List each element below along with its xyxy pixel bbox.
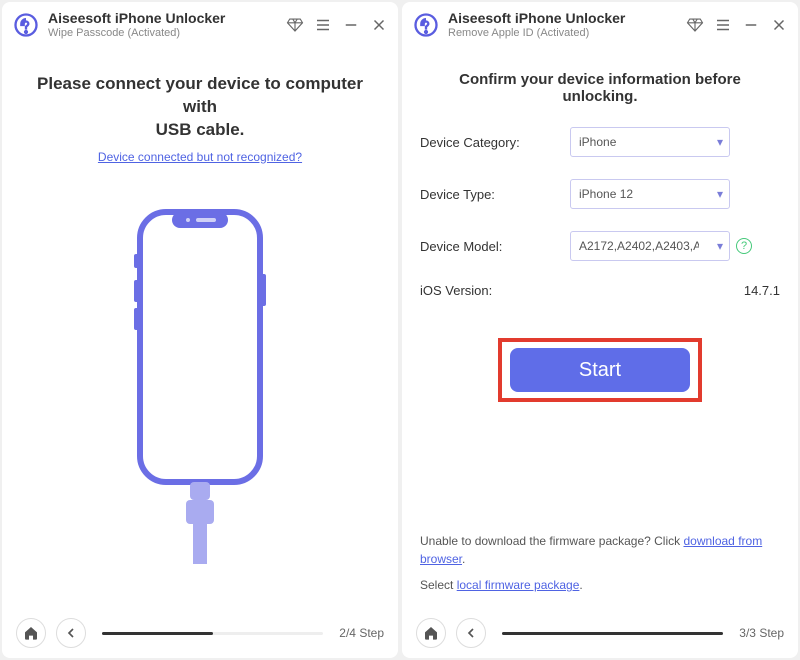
title-text: Aiseesoft iPhone Unlocker Remove Apple I… (448, 10, 678, 39)
window-controls (686, 16, 788, 34)
phone-illustration (20, 170, 380, 598)
back-button[interactable] (56, 618, 86, 648)
footer-left: 2/4 Step (2, 608, 398, 658)
row-device-category: Device Category: iPhone ▾ (420, 127, 780, 157)
titlebar: Aiseesoft iPhone Unlocker Wipe Passcode … (2, 2, 398, 43)
not-recognized-link[interactable]: Device connected but not recognized? (20, 150, 380, 164)
progress-bar (502, 632, 723, 635)
row-device-type: Device Type: iPhone 12 ▾ (420, 179, 780, 209)
label-device-category: Device Category: (420, 135, 570, 150)
back-button[interactable] (456, 618, 486, 648)
content-right: Confirm your device information before u… (402, 43, 798, 608)
confirm-heading: Confirm your device information before u… (420, 71, 780, 105)
title-text: Aiseesoft iPhone Unlocker Wipe Passcode … (48, 10, 278, 39)
select-value: iPhone 12 (579, 187, 633, 201)
chevron-left-icon (63, 625, 79, 641)
step-label: 2/4 Step (339, 626, 384, 640)
phone-icon (110, 204, 290, 564)
app-title: Aiseesoft iPhone Unlocker (448, 10, 678, 26)
prompt-line2: USB cable. (156, 120, 245, 139)
hint2-pre: Select (420, 578, 457, 592)
label-device-model: Device Model: (420, 239, 570, 254)
home-icon (423, 625, 439, 641)
app-logo-icon (412, 11, 440, 39)
progress-fill (502, 632, 723, 635)
bottom-hints: Unable to download the firmware package?… (420, 532, 780, 598)
value-ios-version: 14.7.1 (570, 283, 780, 298)
close-icon[interactable] (770, 16, 788, 34)
progress-fill (102, 632, 213, 635)
select-device-category[interactable]: iPhone ▾ (570, 127, 730, 157)
chevron-down-icon: ▾ (717, 187, 723, 201)
footer-right: 3/3 Step (402, 608, 798, 658)
window-controls (286, 16, 388, 34)
window-wipe-passcode: Aiseesoft iPhone Unlocker Wipe Passcode … (2, 2, 398, 658)
menu-icon[interactable] (714, 16, 732, 34)
app-title: Aiseesoft iPhone Unlocker (48, 10, 278, 26)
diamond-icon[interactable] (286, 16, 304, 34)
select-value: A2172,A2402,A2403,A24 (579, 239, 699, 253)
label-ios-version: iOS Version: (420, 283, 570, 298)
home-button[interactable] (416, 618, 446, 648)
menu-icon[interactable] (314, 16, 332, 34)
start-highlight-box: Start (420, 338, 780, 402)
chevron-left-icon (463, 625, 479, 641)
select-value: iPhone (579, 135, 616, 149)
prompt-line1: Please connect your device to computer w… (37, 74, 363, 116)
minimize-icon[interactable] (342, 16, 360, 34)
row-ios-version: iOS Version: 14.7.1 (420, 283, 780, 298)
row-device-model: Device Model: A2172,A2402,A2403,A24 ▾ ? (420, 231, 780, 261)
hint-local: Select local firmware package. (420, 576, 780, 594)
label-device-type: Device Type: (420, 187, 570, 202)
diamond-icon[interactable] (686, 16, 704, 34)
app-logo-icon (12, 11, 40, 39)
minimize-icon[interactable] (742, 16, 760, 34)
home-button[interactable] (16, 618, 46, 648)
home-icon (23, 625, 39, 641)
chevron-down-icon: ▾ (717, 135, 723, 149)
step-label: 3/3 Step (739, 626, 784, 640)
app-subtitle: Remove Apple ID (Activated) (448, 27, 678, 39)
local-firmware-link[interactable]: local firmware package (457, 578, 580, 592)
hint1-pre: Unable to download the firmware package?… (420, 534, 683, 548)
help-icon[interactable]: ? (736, 238, 752, 254)
chevron-down-icon: ▾ (717, 239, 723, 253)
titlebar: Aiseesoft iPhone Unlocker Remove Apple I… (402, 2, 798, 43)
select-device-model[interactable]: A2172,A2402,A2403,A24 ▾ (570, 231, 730, 261)
progress-bar (102, 632, 323, 635)
start-highlight: Start (498, 338, 702, 402)
window-remove-apple-id: Aiseesoft iPhone Unlocker Remove Apple I… (402, 2, 798, 658)
start-button[interactable]: Start (510, 348, 690, 392)
app-subtitle: Wipe Passcode (Activated) (48, 27, 278, 39)
connect-prompt: Please connect your device to computer w… (20, 73, 380, 142)
close-icon[interactable] (370, 16, 388, 34)
hint-download: Unable to download the firmware package?… (420, 532, 780, 568)
content-left: Please connect your device to computer w… (2, 43, 398, 608)
select-device-type[interactable]: iPhone 12 ▾ (570, 179, 730, 209)
